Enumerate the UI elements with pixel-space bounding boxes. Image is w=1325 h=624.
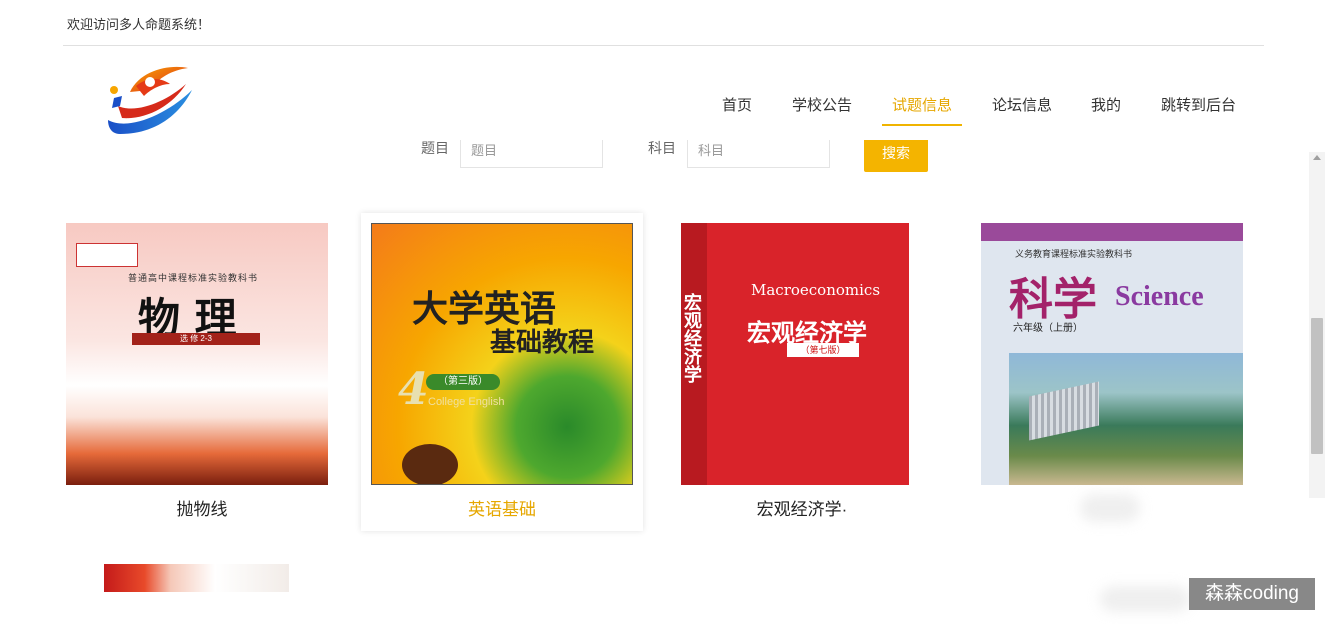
edition-text: （第七版） (800, 345, 846, 355)
edition-tag: （第七版） (787, 343, 859, 357)
nav-home[interactable]: 首页 (722, 96, 752, 126)
nav-school-notice-label: 学校公告 (792, 97, 853, 114)
book-cover-image[interactable] (104, 564, 289, 602)
book-cover-image[interactable]: 大学英语 基础教程 4 （第三版） College English (371, 223, 633, 485)
cover-number: 4 (398, 364, 429, 415)
nav-active-indicator (882, 124, 962, 126)
vertical-scrollbar[interactable] (1309, 152, 1325, 498)
cover-english: College English (428, 396, 505, 408)
top-bar: 欢迎访问多人命题系统！ (0, 0, 1325, 46)
title-search-input[interactable]: 题目 (460, 140, 603, 168)
scroll-thumb[interactable] (1311, 318, 1323, 454)
title-search-label: 题目 (421, 140, 449, 156)
cover-subtitle-bar: 选 修 2-3 (132, 333, 260, 345)
nav-mine-label: 我的 (1091, 97, 1122, 114)
cover-subtitle: 基础教程 (490, 328, 595, 358)
search-button[interactable]: 搜索 (864, 140, 928, 172)
cover-decoration (402, 444, 458, 484)
question-card[interactable]: 义务教育课程标准实验教科书 科学 Science 六年级（上册） (976, 213, 1258, 531)
question-card[interactable]: 普通高中课程标准实验教科书 物 理 选 修 2-3 抛物线 (61, 213, 343, 531)
book-cover-image[interactable]: 宏观经济学 Macroeconomics 宏观经济学 （第七版） (681, 223, 909, 485)
cover-english: Science (1115, 281, 1204, 312)
cover-band (981, 223, 1243, 241)
nav-home-label: 首页 (722, 97, 753, 114)
cover-subtitle: 选 修 2-3 (179, 334, 212, 343)
question-card[interactable]: 宏观经济学 Macroeconomics 宏观经济学 （第七版） 宏观经济学· (661, 213, 943, 531)
search-bar: 题目 题目 科目 科目 搜索 (0, 140, 1325, 176)
nav-forum-label: 论坛信息 (992, 97, 1053, 114)
card-caption[interactable]: 抛物线 (61, 495, 343, 520)
nav-forum[interactable]: 论坛信息 (992, 96, 1052, 126)
nav-school-notice[interactable]: 学校公告 (792, 96, 852, 126)
subject-search-label: 科目 (648, 140, 676, 156)
spine-title: 宏观经济学 (681, 293, 702, 383)
blurred-area (1080, 494, 1140, 522)
cover-series: 普通高中课程标准实验教科书 (128, 274, 259, 284)
cover-series: 义务教育课程标准实验教科书 (1015, 250, 1133, 260)
nav-admin[interactable]: 跳转到后台 (1161, 96, 1236, 126)
cover-footer (104, 592, 289, 602)
edition-badge: （第三版） (426, 374, 500, 390)
approval-stamp (76, 243, 138, 267)
cover-grade: 六年级（上册） (1013, 323, 1083, 334)
watermark-label: 森森coding (1189, 578, 1315, 610)
book-cover-image[interactable]: 义务教育课程标准实验教科书 科学 Science 六年级（上册） (981, 223, 1243, 485)
card-caption[interactable]: 宏观经济学· (661, 495, 943, 520)
blurred-area (1100, 586, 1190, 612)
book-cover-image[interactable]: 普通高中课程标准实验教科书 物 理 选 修 2-3 (66, 223, 328, 485)
card-caption[interactable]: 英语基础 (361, 495, 643, 520)
main-nav: 首页 学校公告 试题信息 论坛信息 我的 跳转到后台 (0, 96, 1325, 126)
nav-question-info-label: 试题信息 (891, 97, 952, 114)
subject-search-input[interactable]: 科目 (687, 140, 830, 168)
book-spine: 宏观经济学 (681, 223, 707, 485)
cover-english: Macroeconomics (751, 281, 881, 299)
nav-admin-label: 跳转到后台 (1161, 97, 1237, 114)
cover-title: 科学 (1009, 274, 1097, 325)
nav-question-info[interactable]: 试题信息 (882, 96, 962, 126)
welcome-text: 欢迎访问多人命题系统！ (67, 17, 211, 32)
nav-mine[interactable]: 我的 (1091, 96, 1121, 126)
scroll-up-arrow-icon[interactable] (1313, 155, 1321, 160)
divider (63, 45, 1264, 46)
question-card[interactable]: 大学英语 基础教程 4 （第三版） College English 英语基础 (361, 213, 643, 531)
edition-badge-text: （第三版） (438, 376, 488, 387)
